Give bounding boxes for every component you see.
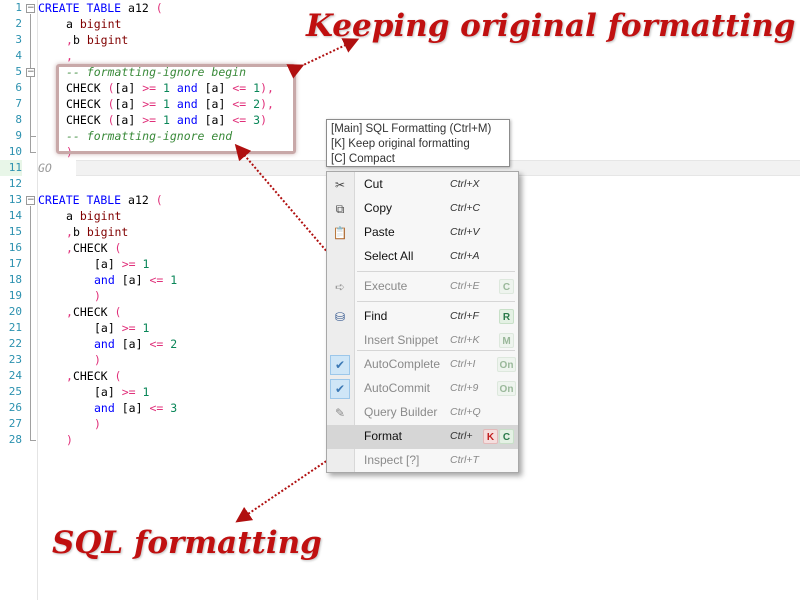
pencil-icon: ✎ <box>334 406 346 420</box>
menu-item-autocommit[interactable]: ✔ AutoCommit Ctrl+9 On <box>327 377 518 401</box>
line-number: 21 <box>8 321 22 334</box>
fold-end-marker <box>30 440 36 441</box>
code-line: ,CHECK ( <box>66 241 122 255</box>
menu-item-query-builder[interactable]: ✎ Query Builder Ctrl+Q <box>327 401 518 425</box>
copy-icon: ⧉ <box>335 202 345 216</box>
code-line: ,CHECK ( <box>66 305 122 319</box>
line-number: 20 <box>8 305 22 318</box>
line-number: 16 <box>8 241 22 254</box>
menu-item-inspect[interactable]: Inspect [?] Ctrl+T <box>327 449 518 473</box>
menu-item-autocomplete[interactable]: ✔ AutoComplete Ctrl+I On <box>327 353 518 377</box>
line-number: 7 <box>15 97 22 110</box>
line-number: 6 <box>15 81 22 94</box>
badge-m: M <box>499 333 514 348</box>
code-line: a bigint <box>66 17 122 31</box>
badge-on: On <box>497 357 516 372</box>
line-number-gutter: 1 2 3 4 5 6 7 8 9 10 11 12 13 14 15 16 1… <box>0 0 38 600</box>
line-number: 17 <box>8 257 22 270</box>
line-number: 9 <box>15 129 22 142</box>
code-line: CREATE TABLE a12 ( <box>38 1 163 15</box>
line-number: 28 <box>8 433 22 446</box>
menu-separator <box>357 301 515 302</box>
code-line: a bigint <box>66 209 122 223</box>
line-number: 4 <box>15 49 22 62</box>
fold-collapse-icon[interactable]: − <box>26 196 35 205</box>
line-number: 8 <box>15 113 22 126</box>
checkmark-icon: ✔ <box>330 379 350 399</box>
line-number: 10 <box>8 145 22 158</box>
code-line: ) <box>94 289 101 303</box>
code-line: CREATE TABLE a12 ( <box>38 193 163 207</box>
line-number: 15 <box>8 225 22 238</box>
code-line: ,b bigint <box>66 225 129 239</box>
code-line: ,CHECK ( <box>66 369 122 383</box>
line-number: 23 <box>8 353 22 366</box>
tooltip-line: [Main] SQL Formatting (Ctrl+M) <box>331 123 492 135</box>
highlight-box <box>56 64 296 154</box>
code-line: ,b bigint <box>66 33 129 47</box>
code-line: ) <box>94 417 101 431</box>
menu-item-cut[interactable]: ✂ Cut Ctrl+X <box>327 173 518 197</box>
callout-sql-formatting: SQL formatting <box>52 525 322 561</box>
menu-item-copy[interactable]: ⧉ Copy Ctrl+C <box>327 197 518 221</box>
code-line: ) <box>66 433 73 447</box>
line-number: 22 <box>8 337 22 350</box>
binoculars-icon: ⛁ <box>334 310 346 324</box>
line-number: 1 <box>15 1 22 14</box>
menu-separator <box>357 350 515 351</box>
badge-c[interactable]: C <box>499 429 514 444</box>
tooltip-line: [K] Keep original formatting <box>331 138 470 150</box>
fold-end-marker <box>30 152 36 153</box>
line-number: 5 <box>15 65 22 78</box>
line-number: 12 <box>8 177 22 190</box>
menu-item-paste[interactable]: 📋 Paste Ctrl+V <box>327 221 518 245</box>
line-number-current: 11 <box>0 160 22 176</box>
context-menu: ✂ Cut Ctrl+X ⧉ Copy Ctrl+C 📋 Paste Ctrl+… <box>326 171 519 473</box>
code-line: and [a] <= 3 <box>94 401 178 415</box>
fold-guide <box>30 14 31 152</box>
line-number: 24 <box>8 369 22 382</box>
code-line: and [a] <= 1 <box>94 273 178 287</box>
code-line: [a] >= 1 <box>94 321 150 335</box>
line-number: 2 <box>15 17 22 30</box>
code-line: [a] >= 1 <box>94 385 150 399</box>
line-number: 27 <box>8 417 22 430</box>
menu-item-find[interactable]: ⛁ Find Ctrl+F R <box>327 305 518 329</box>
callout-keeping-original: Keeping original formatting <box>306 8 796 44</box>
code-line: and [a] <= 2 <box>94 337 178 351</box>
checkmark-icon: ✔ <box>330 355 350 375</box>
badge-c: C <box>499 279 514 294</box>
menu-item-format[interactable]: Format Ctrl+ K C <box>327 425 518 449</box>
menu-item-select-all[interactable]: Select All Ctrl+A <box>327 245 518 269</box>
fold-collapse-icon[interactable]: − <box>26 68 35 77</box>
line-number: 26 <box>8 401 22 414</box>
line-number: 25 <box>8 385 22 398</box>
line-number: 3 <box>15 33 22 46</box>
line-number: 14 <box>8 209 22 222</box>
menu-item-execute[interactable]: ➪ Execute Ctrl+E C <box>327 275 518 299</box>
paste-icon: 📋 <box>332 226 348 240</box>
line-number: 13 <box>8 193 22 206</box>
scissors-icon: ✂ <box>334 178 346 192</box>
menu-separator <box>357 271 515 272</box>
tooltip-line: [C] Compact <box>331 153 395 165</box>
fold-guide <box>30 206 31 440</box>
fold-end-marker <box>30 136 36 137</box>
badge-on: On <box>497 381 516 396</box>
arrow-right-icon: ➪ <box>334 280 346 294</box>
code-line-current: GO <box>38 161 52 175</box>
format-tooltip: [Main] SQL Formatting (Ctrl+M) [K] Keep … <box>326 119 510 167</box>
line-number: 18 <box>8 273 22 286</box>
code-line: [a] >= 1 <box>94 257 150 271</box>
badge-r: R <box>499 309 514 324</box>
line-number: 19 <box>8 289 22 302</box>
code-line: ) <box>94 353 101 367</box>
code-line: , <box>66 49 73 63</box>
fold-collapse-icon[interactable]: − <box>26 4 35 13</box>
badge-k[interactable]: K <box>483 429 498 444</box>
